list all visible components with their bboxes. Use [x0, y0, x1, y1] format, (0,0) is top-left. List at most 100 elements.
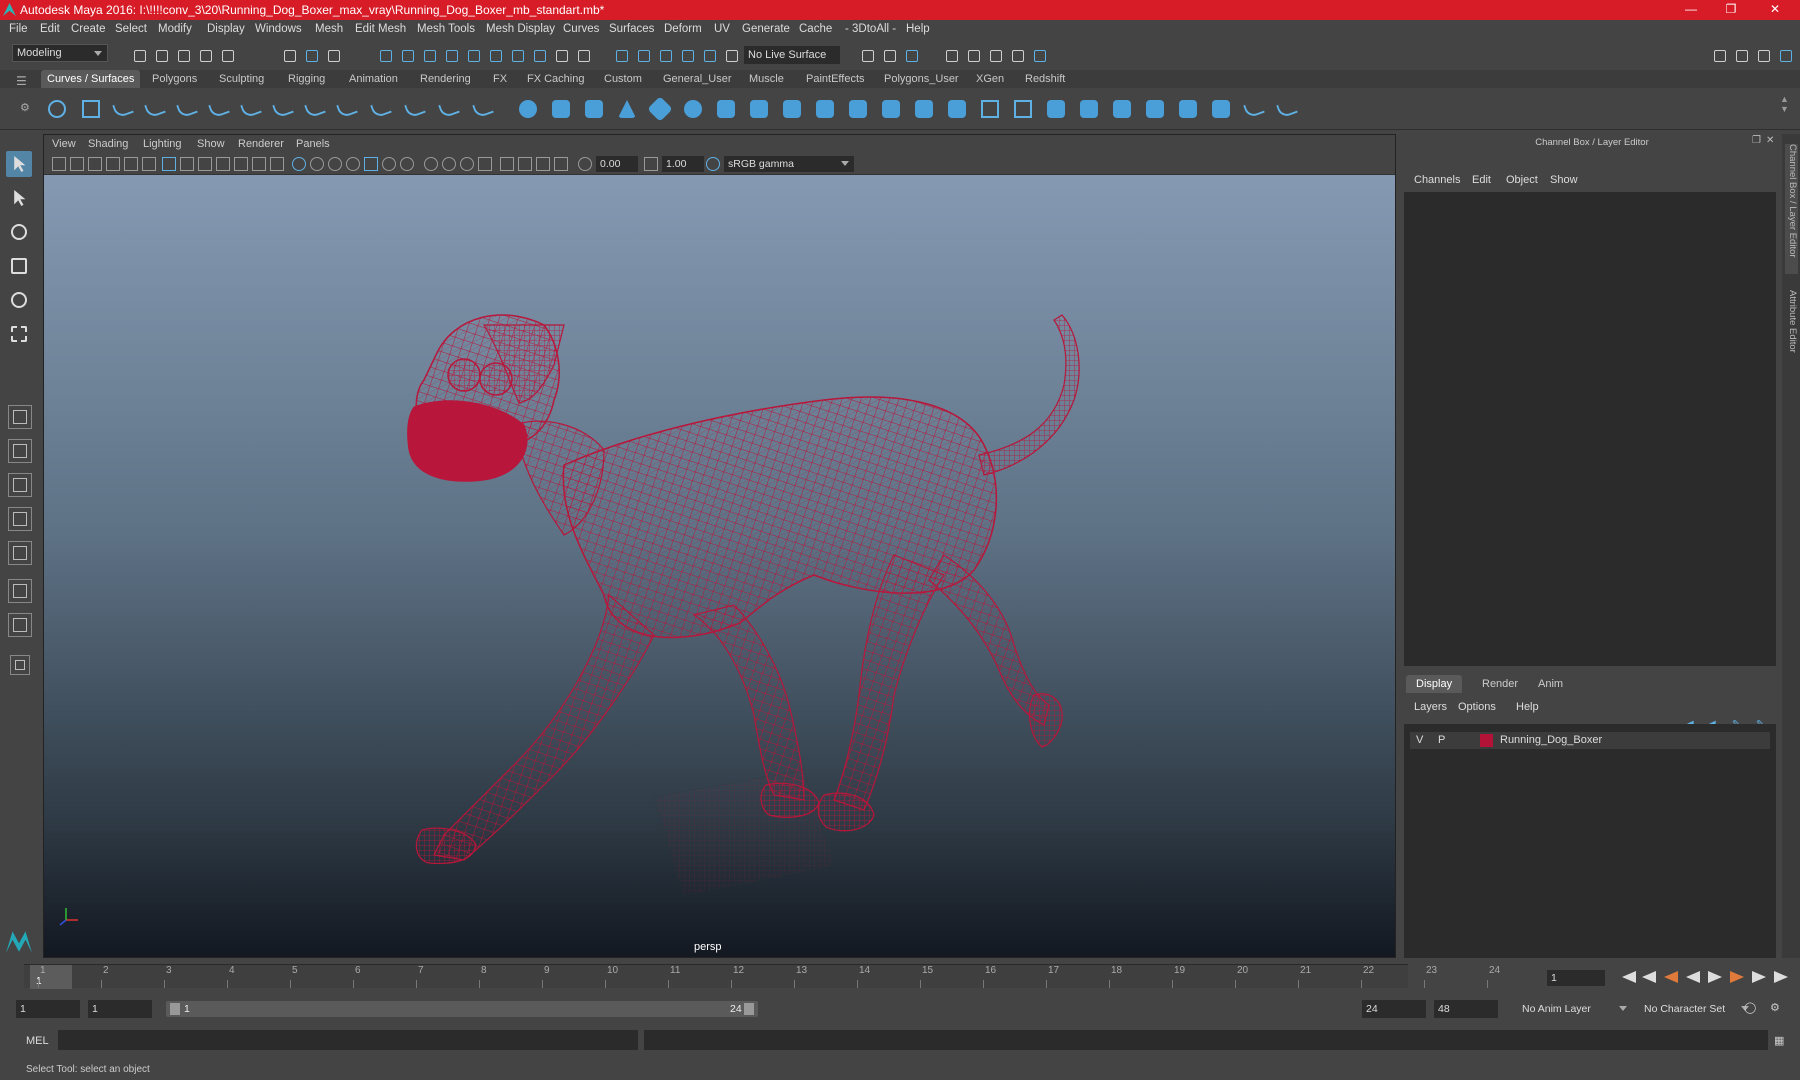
step-forward-frame-icon[interactable] [1752, 971, 1766, 983]
surface-detach-icon[interactable] [1078, 98, 1100, 120]
playback-end-field[interactable]: 24 [1362, 1000, 1426, 1018]
step-back-key-icon[interactable] [1664, 971, 1678, 983]
grid-icon[interactable] [162, 157, 176, 171]
nurbs-torus-icon[interactable] [682, 98, 704, 120]
persp-hypershade-layout-icon[interactable] [8, 541, 32, 565]
shadows-icon[interactable] [400, 157, 414, 171]
redo-icon[interactable] [220, 48, 236, 64]
lock-camera-icon[interactable] [106, 157, 120, 171]
layer-row[interactable]: V P Running_Dog_Boxer [1410, 732, 1770, 749]
sculpt-geometry-icon[interactable] [1243, 98, 1265, 120]
shelf-tab-curves-surfaces[interactable]: Curves / Surfaces [41, 70, 141, 88]
offset-surface-icon[interactable] [1177, 98, 1199, 120]
step-forward-key-icon[interactable] [1730, 971, 1744, 983]
shelf-tab-general-user[interactable]: General_User [657, 70, 737, 88]
shelf-tab-sculpting[interactable]: Sculpting [213, 70, 270, 88]
birail-icon[interactable] [847, 98, 869, 120]
curve-smooth-icon[interactable] [472, 98, 494, 120]
boundary-icon[interactable] [880, 98, 902, 120]
auto-key-icon[interactable]: ◯ [1744, 1001, 1756, 1014]
save-scene-icon[interactable] [176, 48, 192, 64]
make-live-icon[interactable] [724, 48, 740, 64]
snap-to-view-plane-icon[interactable] [680, 48, 696, 64]
motion-blur-icon[interactable] [442, 157, 456, 171]
curve-detach-icon[interactable] [272, 98, 294, 120]
snap-to-curve-icon[interactable] [636, 48, 652, 64]
rebuild-surface-icon[interactable] [1210, 98, 1232, 120]
cv-curve-icon[interactable] [176, 98, 198, 120]
gamma-field[interactable]: 1.00 [662, 156, 704, 172]
shelf-tab-animation[interactable]: Animation [343, 70, 404, 88]
select-joint-icon[interactable] [400, 48, 416, 64]
nurbs-plane-icon[interactable] [647, 96, 673, 122]
xray-active-icon[interactable] [536, 157, 550, 171]
menu-mesh-tools[interactable]: Mesh Tools [417, 23, 475, 35]
ep-curve-icon[interactable] [112, 98, 134, 120]
menu-cache[interactable]: Cache [799, 23, 832, 35]
close-button[interactable]: ✕ [1760, 2, 1790, 18]
menu-uv[interactable]: UV [714, 23, 730, 35]
gamma-icon[interactable] [644, 157, 658, 171]
animation-start-field[interactable]: 1 [16, 1000, 80, 1018]
shelf-tab-rendering[interactable]: Rendering [414, 70, 477, 88]
maximize-button[interactable]: ❐ [1716, 2, 1746, 18]
range-start-handle[interactable] [170, 1003, 180, 1015]
outliner-layout-icon[interactable] [8, 613, 32, 637]
cb-menu-show[interactable]: Show [1550, 174, 1578, 186]
lock-selection-icon[interactable] [554, 48, 570, 64]
render-globals-icon[interactable] [1032, 48, 1048, 64]
use-all-lights-icon[interactable] [382, 157, 396, 171]
layer-visibility-toggle[interactable]: V [1416, 734, 1423, 746]
view-transform-dropdown[interactable]: sRGB gamma [724, 156, 854, 172]
extend-surface-icon[interactable] [1144, 98, 1166, 120]
render-view-icon[interactable] [944, 48, 960, 64]
workspace-icon[interactable] [1712, 48, 1728, 64]
cb-menu-object[interactable]: Object [1506, 174, 1538, 186]
layer-name[interactable]: Running_Dog_Boxer [1500, 734, 1602, 746]
select-component-icon[interactable] [326, 48, 342, 64]
four-view-layout-icon[interactable] [8, 439, 32, 463]
menu-mesh-display[interactable]: Mesh Display [486, 23, 555, 35]
camera-attributes-icon[interactable] [52, 157, 66, 171]
untrim-icon[interactable] [1012, 98, 1034, 120]
playback-range-slider[interactable]: 1 24 [166, 1001, 758, 1017]
image-plane-icon[interactable] [88, 157, 102, 171]
shelf-tab-fx-caching[interactable]: FX Caching [521, 70, 590, 88]
live-surface-field[interactable]: No Live Surface [744, 46, 840, 64]
play-forwards-icon[interactable] [1708, 971, 1722, 983]
menu-set-selector[interactable]: Modeling [12, 44, 108, 62]
command-input[interactable] [58, 1030, 638, 1050]
render-current-frame-icon[interactable] [904, 48, 920, 64]
layer-tab-display[interactable]: Display [1406, 675, 1463, 693]
nurbs-cylinder-icon[interactable] [583, 98, 605, 120]
vp-menu-view[interactable]: View [52, 138, 76, 150]
vp-menu-panels[interactable]: Panels [296, 138, 330, 150]
smooth-shade-icon[interactable] [310, 157, 324, 171]
menu-edit[interactable]: Edit [40, 23, 60, 35]
menu-deform[interactable]: Deform [664, 23, 702, 35]
nurbs-square-icon[interactable] [80, 98, 102, 120]
side-tab-channel-box[interactable]: Channel Box / Layer Editor [1785, 144, 1798, 274]
animation-end-field[interactable]: 48 [1434, 1000, 1498, 1018]
vp-menu-shading[interactable]: Shading [88, 138, 128, 150]
nurbs-cone-icon[interactable] [616, 98, 638, 120]
textured-icon[interactable] [364, 157, 378, 171]
render-settings-icon[interactable] [988, 48, 1004, 64]
shelf-tab-rigging[interactable]: Rigging [282, 70, 331, 88]
construction-history-icon[interactable] [882, 48, 898, 64]
shelf-tab-polygons[interactable]: Polygons [146, 70, 203, 88]
square-surface-icon[interactable] [913, 98, 935, 120]
highlight-selection-icon[interactable] [576, 48, 592, 64]
menu-generate[interactable]: Generate [742, 23, 790, 35]
shelf-tab-fx[interactable]: FX [487, 70, 513, 88]
wireframe-icon[interactable] [292, 157, 306, 171]
menu-curves[interactable]: Curves [563, 23, 599, 35]
color-management-icon[interactable] [706, 157, 720, 171]
surface-edit-icon[interactable] [1276, 98, 1298, 120]
default-material-icon[interactable] [328, 157, 342, 171]
shelf-tab-custom[interactable]: Custom [598, 70, 648, 88]
select-tool-icon[interactable] [6, 151, 32, 177]
shelf-scroll-icon[interactable]: ▲ ▼ [1780, 94, 1789, 114]
add-points-icon[interactable] [438, 98, 460, 120]
scale-tool-icon[interactable] [6, 321, 32, 347]
